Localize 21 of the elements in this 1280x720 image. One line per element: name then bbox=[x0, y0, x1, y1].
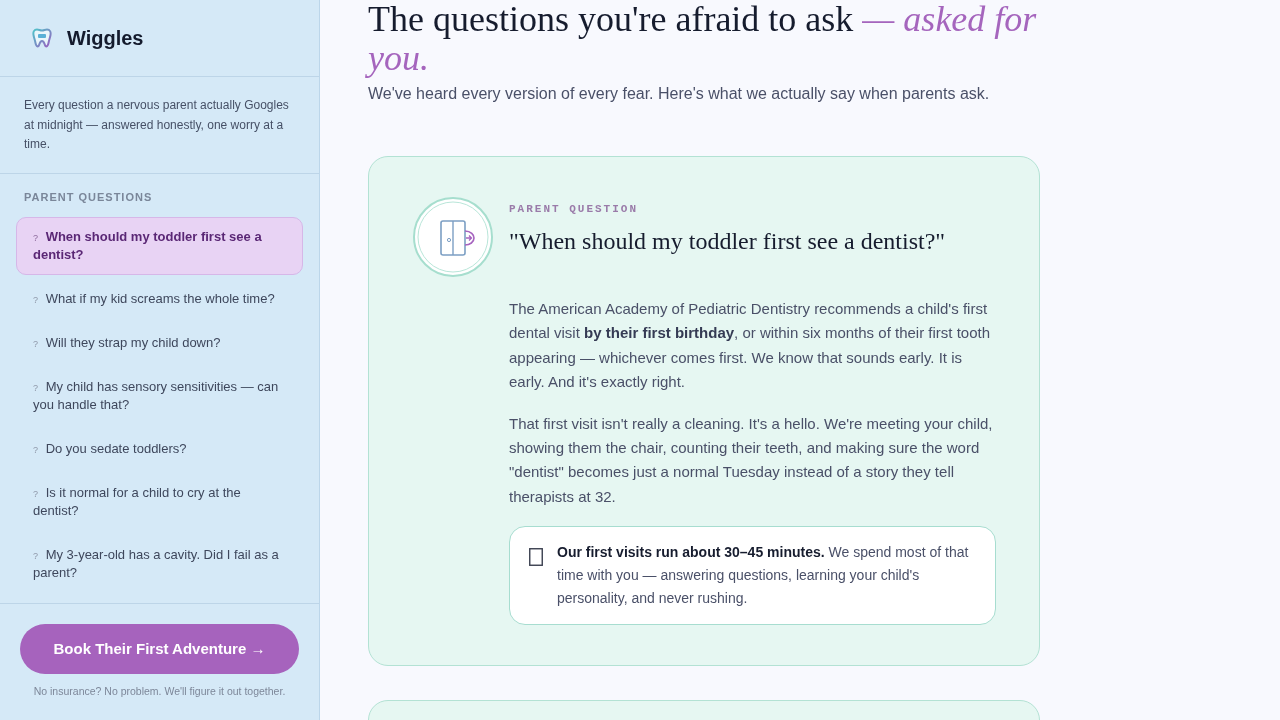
footnote-text: No insurance? No problem. We'll figure it out together. bbox=[32, 684, 287, 697]
question-title: "When should my toddler first see a dentist?" bbox=[509, 227, 946, 256]
question-link[interactable]: ? Is it normal for a child to cry at the dentist? bbox=[16, 472, 303, 531]
question-eyebrow: PARENT QUESTION bbox=[509, 202, 640, 216]
intro-text: Every question a nervous parent actually Googles at midnight — answered honestly, one worry at a time. bbox=[24, 97, 290, 153]
section-label: PARENT QUESTIONS bbox=[23, 189, 154, 204]
question-link[interactable]: ? Do you sedate toddlers? bbox=[16, 428, 303, 469]
answer-paragraph: The American Academy of Pediatric Dentistry recommends a child's first dental visit by their first birthday, or within six months of their first tooth appearing — whichever comes first. We know that sounds early. It is early. And it's exactly right. bbox=[509, 299, 991, 393]
question-link[interactable]: ? When should my toddler first see a dentist? bbox=[16, 216, 303, 275]
page-subtitle: We've heard every version of every fear. Here's what we actually say when parents ask. bbox=[368, 84, 991, 104]
square-icon bbox=[529, 548, 543, 567]
callout-text: Our first visits run about 30–45 minutes. We spend most of that time with you — answering questions, learning your child's personality, and never rushing. bbox=[557, 543, 970, 609]
question-link[interactable]: ? What if my kid screams the whole time? bbox=[16, 278, 303, 319]
brand-name: Wiggles bbox=[67, 26, 144, 50]
book-button[interactable]: Book Their First Adventure → bbox=[20, 623, 299, 674]
question-link[interactable]: ? My 3-year-old has a cavity. Did I fail as a parent? bbox=[16, 534, 303, 593]
tooth-icon bbox=[32, 28, 52, 48]
door-icon bbox=[413, 197, 493, 277]
question-link[interactable]: ? My child has sensory sensitivities — can you handle that? bbox=[16, 366, 303, 425]
question-link[interactable]: ? Will they strap my child down? bbox=[16, 322, 303, 363]
answer-paragraph: That first visit isn't really a cleaning. It's a hello. We're meeting your child, showing them the chair, counting their teeth, and making sure the word "dentist" becomes just a normal Tuesday instead of a story they tell therapists at 32. bbox=[509, 413, 994, 507]
